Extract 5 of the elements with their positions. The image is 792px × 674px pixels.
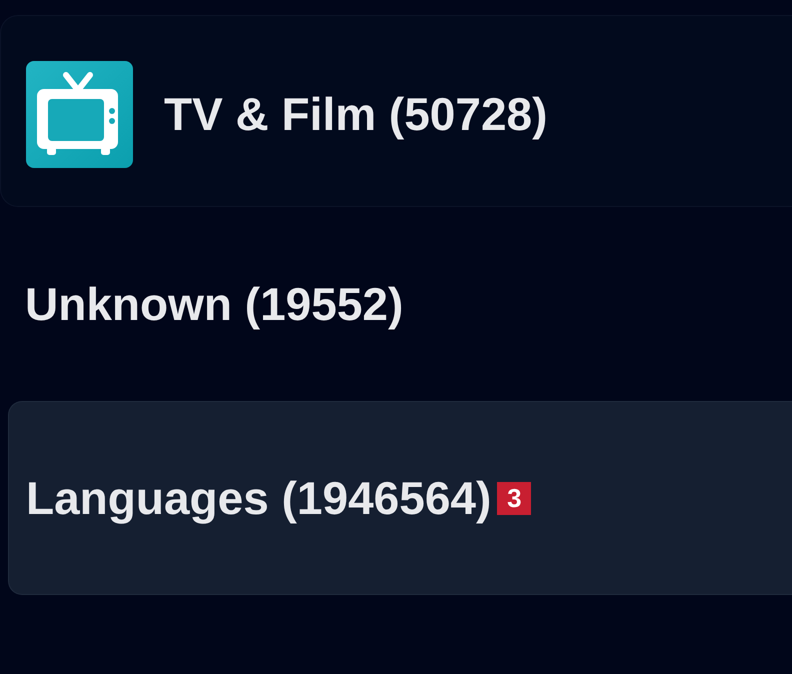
list-item[interactable]: Unknown (19552) [25,281,404,327]
count-badge: 3 [497,482,532,514]
list-item[interactable]: Languages (1946564) 3 [8,401,792,595]
category-title: TV & Film (50728) [164,91,548,137]
tv-icon [26,60,133,168]
